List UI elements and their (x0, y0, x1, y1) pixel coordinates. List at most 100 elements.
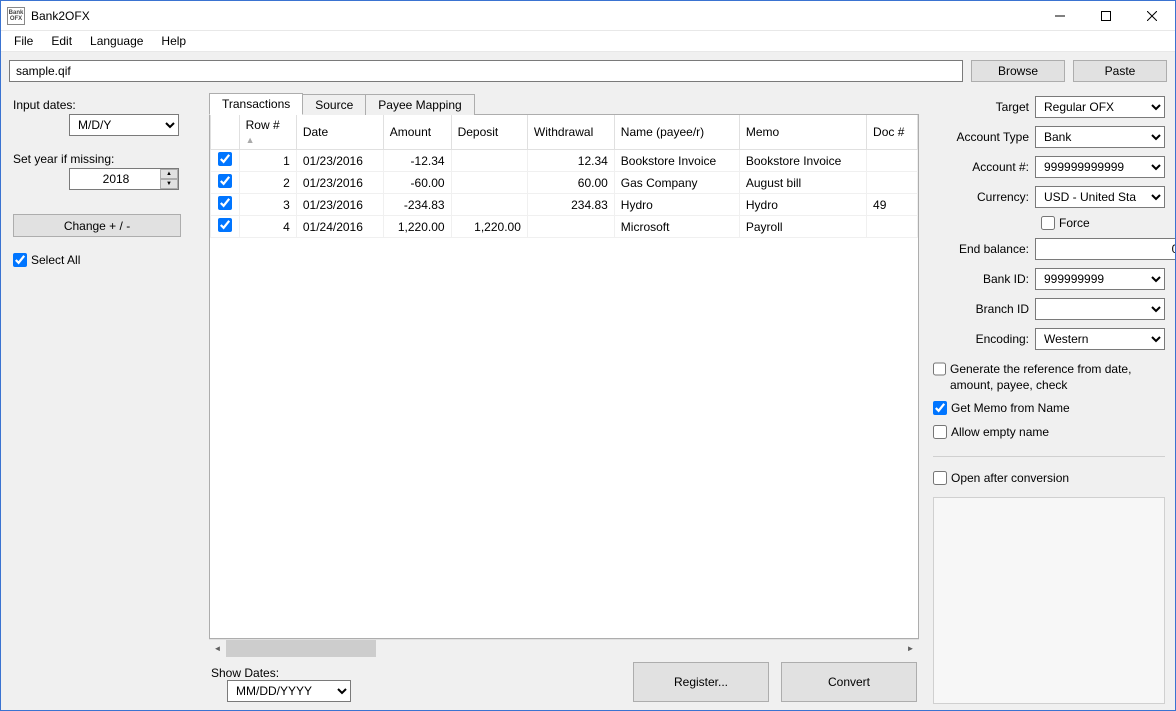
account-type-combo[interactable]: Bank (1035, 126, 1165, 148)
sort-asc-icon: ▲ (246, 135, 255, 145)
cell-row: 1 (239, 150, 296, 172)
cell-date: 01/24/2016 (296, 216, 383, 238)
col-checkbox[interactable] (211, 115, 240, 150)
col-date[interactable]: Date (296, 115, 383, 150)
row-checkbox[interactable] (218, 174, 232, 188)
hscroll-thumb[interactable] (226, 640, 376, 657)
cell-name: Hydro (614, 194, 739, 216)
show-dates-label: Show Dates: (211, 666, 351, 680)
tab-transactions[interactable]: Transactions (209, 93, 303, 115)
paste-button[interactable]: Paste (1073, 60, 1167, 82)
cell-amount: -234.83 (383, 194, 451, 216)
row-checkbox[interactable] (218, 218, 232, 232)
branch-id-combo[interactable] (1035, 298, 1165, 320)
select-all-checkbox[interactable] (13, 253, 27, 267)
tab-payee-mapping[interactable]: Payee Mapping (365, 94, 474, 115)
input-dates-combo[interactable]: M/D/Y (69, 114, 179, 136)
table-row[interactable]: 301/23/2016-234.83234.83HydroHydro49 (211, 194, 918, 216)
tab-source[interactable]: Source (302, 94, 366, 115)
get-memo-label: Get Memo from Name (951, 401, 1070, 417)
cell-doc: 49 (867, 194, 918, 216)
change-sign-button[interactable]: Change + / - (13, 214, 181, 237)
input-dates-label: Input dates: (13, 98, 193, 112)
gen-ref-label: Generate the reference from date, amount… (950, 362, 1165, 393)
hscroll-right-arrow[interactable]: ► (902, 640, 919, 657)
menu-edit[interactable]: Edit (42, 32, 81, 50)
row-checkbox[interactable] (218, 196, 232, 210)
bank-id-combo[interactable]: 999999999 (1035, 268, 1165, 290)
titlebar: Bank OFX Bank2OFX (1, 1, 1175, 31)
cell-amount: 1,220.00 (383, 216, 451, 238)
col-deposit[interactable]: Deposit (451, 115, 527, 150)
col-doc[interactable]: Doc # (867, 115, 918, 150)
row-checkbox[interactable] (218, 152, 232, 166)
force-checkbox[interactable] (1041, 216, 1055, 230)
cell-name: Microsoft (614, 216, 739, 238)
bottom-row: Show Dates: MM/DD/YYYY Register... Conve… (209, 656, 919, 710)
col-withdrawal[interactable]: Withdrawal (527, 115, 614, 150)
menu-language[interactable]: Language (81, 32, 152, 50)
cell-name: Gas Company (614, 172, 739, 194)
col-row[interactable]: Row # ▲ (239, 115, 296, 150)
minimize-button[interactable] (1037, 1, 1083, 30)
account-type-label: Account Type (933, 130, 1035, 144)
menu-file[interactable]: File (5, 32, 42, 50)
cell-row: 3 (239, 194, 296, 216)
allow-empty-checkbox[interactable] (933, 425, 947, 439)
file-path-input[interactable] (9, 60, 963, 82)
select-all-label: Select All (31, 253, 80, 267)
currency-combo[interactable]: USD - United Sta (1035, 186, 1165, 208)
get-memo-checkbox[interactable] (933, 401, 947, 415)
cell-deposit (451, 172, 527, 194)
cell-date: 01/23/2016 (296, 194, 383, 216)
browse-button[interactable]: Browse (971, 60, 1065, 82)
encoding-combo[interactable]: Western (1035, 328, 1165, 350)
col-name[interactable]: Name (payee/r) (614, 115, 739, 150)
cell-withdrawal: 60.00 (527, 172, 614, 194)
cell-withdrawal: 234.83 (527, 194, 614, 216)
year-spin-up[interactable]: ▲ (160, 169, 178, 179)
hscroll-track[interactable] (226, 640, 902, 657)
register-button[interactable]: Register... (633, 662, 769, 702)
cell-memo: Bookstore Invoice (739, 150, 866, 172)
end-balance-label: End balance: (933, 242, 1035, 256)
col-memo[interactable]: Memo (739, 115, 866, 150)
gen-ref-checkbox[interactable] (933, 362, 946, 376)
cell-withdrawal (527, 216, 614, 238)
end-balance-input[interactable] (1035, 238, 1175, 260)
year-spin-down[interactable]: ▼ (160, 179, 178, 189)
table-row[interactable]: 201/23/2016-60.0060.00Gas CompanyAugust … (211, 172, 918, 194)
col-amount[interactable]: Amount (383, 115, 451, 150)
cell-date: 01/23/2016 (296, 172, 383, 194)
open-after-checkbox[interactable] (933, 471, 947, 485)
app-icon: Bank OFX (7, 7, 25, 25)
cell-deposit (451, 194, 527, 216)
set-year-label: Set year if missing: (13, 152, 193, 166)
cell-doc (867, 216, 918, 238)
encoding-label: Encoding: (933, 332, 1035, 346)
account-num-label: Account #: (933, 160, 1035, 174)
status-box (933, 497, 1165, 704)
cell-deposit: 1,220.00 (451, 216, 527, 238)
table-row[interactable]: 401/24/20161,220.001,220.00MicrosoftPayr… (211, 216, 918, 238)
hscroll-left-arrow[interactable]: ◄ (209, 640, 226, 657)
currency-label: Currency: (933, 190, 1035, 204)
table-row[interactable]: 101/23/2016-12.3412.34Bookstore InvoiceB… (211, 150, 918, 172)
cell-memo: August bill (739, 172, 866, 194)
table-hscroll[interactable]: ◄ ► (209, 639, 919, 656)
show-dates-combo[interactable]: MM/DD/YYYY (227, 680, 351, 702)
account-num-combo[interactable]: 999999999999 (1035, 156, 1165, 178)
target-combo[interactable]: Regular OFX (1035, 96, 1165, 118)
cell-name: Bookstore Invoice (614, 150, 739, 172)
maximize-button[interactable] (1083, 1, 1129, 30)
menu-help[interactable]: Help (152, 32, 195, 50)
convert-button[interactable]: Convert (781, 662, 917, 702)
close-button[interactable] (1129, 1, 1175, 30)
left-panel: Input dates: M/D/Y Set year if missing: … (1, 90, 205, 710)
center-panel: Transactions Source Payee Mapping Row # … (205, 90, 923, 710)
cell-memo: Payroll (739, 216, 866, 238)
cell-amount: -12.34 (383, 150, 451, 172)
file-path-row: Browse Paste (1, 52, 1175, 90)
cell-doc (867, 150, 918, 172)
bank-id-label: Bank ID: (933, 272, 1035, 286)
